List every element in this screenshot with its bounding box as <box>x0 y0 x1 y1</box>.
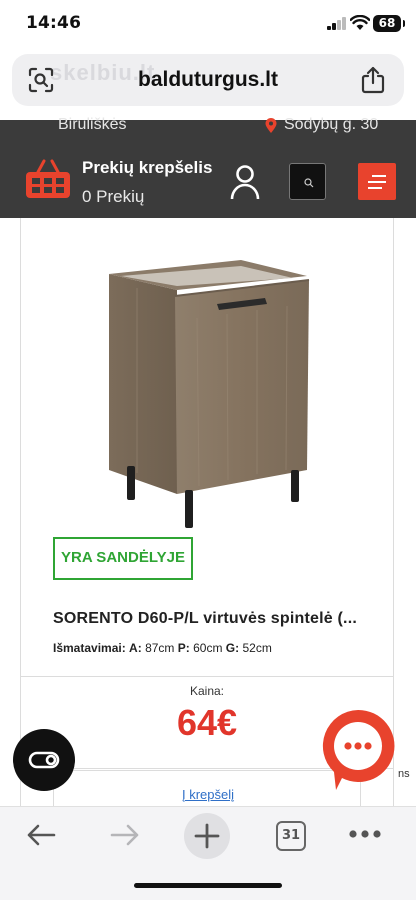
map-pin-icon <box>265 118 277 133</box>
dimension-value: 60cm <box>193 641 223 655</box>
accessibility-toggle-button[interactable] <box>13 729 75 791</box>
site-header: Biruliškės Sodybų g. 30 Prekių krepšelis… <box>0 116 416 218</box>
forward-arrow-icon[interactable] <box>110 823 140 847</box>
menu-line <box>372 175 386 177</box>
address-bar[interactable]: skelbiu.lt baldutur­gus.lt <box>12 54 404 106</box>
store-location-left: Biruliškės <box>58 116 127 133</box>
add-to-cart-label: Į krepšelį <box>181 787 235 802</box>
new-tab-button[interactable] <box>184 813 230 859</box>
dimension-key: A: <box>129 641 142 655</box>
plus-icon <box>194 823 220 849</box>
tabs-count-button[interactable]: 31 <box>276 821 306 851</box>
home-indicator <box>134 883 282 888</box>
dimension-value: 52cm <box>242 641 272 655</box>
status-bar: 14:46 68 <box>0 0 416 50</box>
share-icon[interactable] <box>360 66 386 94</box>
cart-title[interactable]: Prekių krepšelis <box>82 158 212 178</box>
hamburger-menu-button[interactable] <box>358 163 396 200</box>
store-location-right: Sodybų g. 30 <box>284 116 379 133</box>
back-arrow-icon[interactable] <box>26 823 56 847</box>
search-button[interactable] <box>289 163 326 200</box>
dimensions-label: Išmatavimai: <box>53 641 126 655</box>
clipped-edge-text: ns <box>398 768 410 780</box>
product-dimensions: Išmatavimai: A: 87cm P: 60cm G: 52cm <box>53 641 272 655</box>
user-account-icon[interactable] <box>230 164 260 200</box>
divider <box>21 676 393 677</box>
product-image[interactable] <box>107 258 327 538</box>
cellular-signal-icon <box>327 17 347 30</box>
shopping-basket-icon[interactable] <box>24 158 72 200</box>
menu-line <box>368 187 382 189</box>
toggle-icon <box>28 751 60 769</box>
search-icon <box>304 178 314 188</box>
dimension-key: G: <box>225 641 240 655</box>
cart-count[interactable]: 0 Prekių <box>82 187 144 207</box>
dimension-value: 87cm <box>145 641 175 655</box>
status-time: 14:46 <box>26 13 82 33</box>
battery-indicator: 68 <box>373 15 405 32</box>
browser-toolbar: 31 <box>0 806 416 900</box>
menu-line <box>368 181 386 183</box>
more-options-icon[interactable] <box>348 829 382 839</box>
url-text[interactable]: baldutur­gus.lt <box>12 68 404 92</box>
price-label: Kaina: <box>189 684 225 698</box>
product-title[interactable]: SORENTO D60-P/L virtuvės spintelė (... <box>53 610 357 628</box>
chat-bubble-button[interactable] <box>320 708 396 792</box>
wifi-icon <box>350 15 370 30</box>
dimension-key: P: <box>177 641 190 655</box>
stock-status-badge: YRA SANDĖLYJE <box>53 537 193 580</box>
